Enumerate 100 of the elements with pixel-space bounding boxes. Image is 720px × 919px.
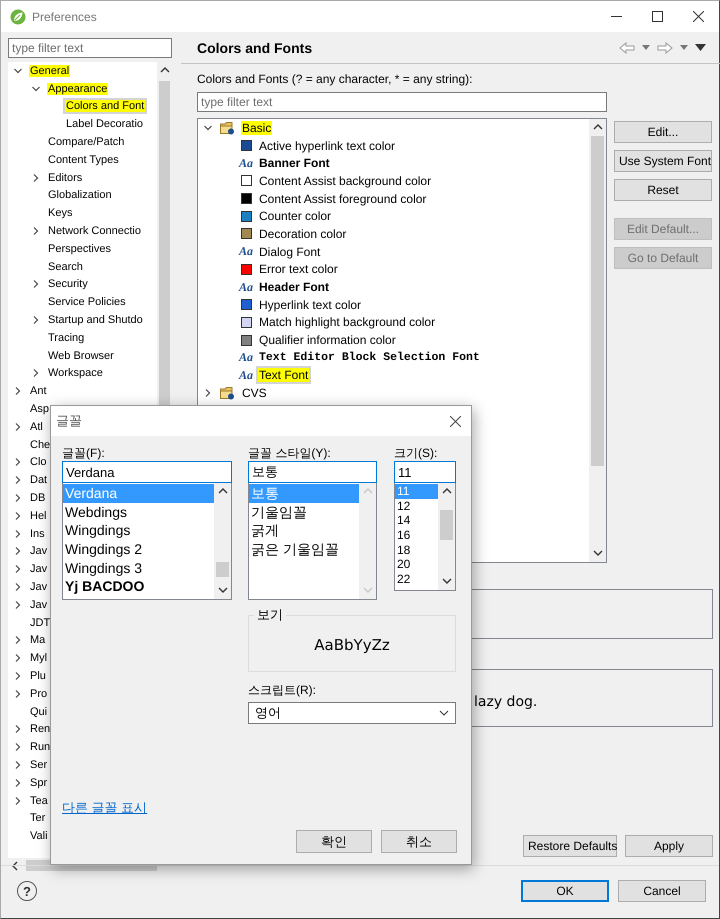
tree-item[interactable]: DB <box>29 492 46 504</box>
maximize-icon[interactable] <box>652 11 663 22</box>
chevron-icon[interactable] <box>32 316 40 324</box>
help-button[interactable]: ? <box>17 881 37 901</box>
tree-item[interactable]: Hyperlink text color <box>258 298 362 312</box>
tree-item[interactable]: Search <box>47 260 84 273</box>
tree-item[interactable]: Dat <box>29 474 48 486</box>
chevron-icon[interactable] <box>14 583 22 591</box>
tree-item[interactable]: Match highlight background color <box>258 315 436 330</box>
push-button[interactable]: OK <box>521 880 609 902</box>
chevron-icon[interactable] <box>32 174 40 182</box>
chevron-icon[interactable] <box>204 124 212 132</box>
tree-item[interactable]: Perspectives <box>47 242 112 255</box>
list-item[interactable]: 16 <box>395 528 438 543</box>
chevron-icon[interactable] <box>14 387 22 396</box>
tree-item[interactable]: CVS <box>241 386 268 400</box>
tree-item[interactable]: Basic <box>241 120 272 135</box>
list-item[interactable]: Webdings <box>63 502 214 522</box>
tree-item[interactable]: Service Policies <box>47 296 127 308</box>
chevron-icon[interactable] <box>14 494 22 502</box>
tree-item[interactable]: Jav <box>29 581 48 593</box>
tree-item[interactable]: Qui <box>29 706 48 718</box>
list-item[interactable]: 굵게 <box>249 521 359 540</box>
chevron-icon[interactable] <box>14 725 22 734</box>
tree-item[interactable]: Qualifier information color <box>258 333 397 348</box>
chevron-icon[interactable] <box>14 458 22 466</box>
tree-item[interactable]: Ren <box>29 723 52 736</box>
chevron-icon[interactable] <box>14 654 22 662</box>
tree-item[interactable]: Text Editor Block Selection Font <box>258 351 481 364</box>
push-button[interactable]: Restore Defaults <box>523 835 617 857</box>
scrollbar[interactable] <box>214 483 231 599</box>
input-field[interactable]: Verdana <box>62 461 232 483</box>
chevron-icon[interactable] <box>14 512 22 520</box>
close-icon[interactable] <box>450 416 461 426</box>
forward-arrow-icon[interactable] <box>657 42 673 54</box>
push-button[interactable]: Reset <box>614 179 712 201</box>
tree-item[interactable]: Decoration color <box>258 226 348 241</box>
search-field[interactable]: type filter text <box>8 38 172 58</box>
tree-item[interactable]: Counter color <box>258 209 332 224</box>
tree-item[interactable]: Asp <box>29 403 50 416</box>
tree-item[interactable]: Error text color <box>258 262 339 276</box>
tree-item[interactable]: Content Assist background color <box>258 174 432 188</box>
tree-item[interactable]: Hel <box>29 510 48 522</box>
list-item[interactable]: Wingdings 3 <box>63 558 214 578</box>
tree-item[interactable]: Clo <box>29 456 48 468</box>
tree-item[interactable]: Text Font <box>258 368 310 382</box>
chevron-icon[interactable] <box>14 672 22 680</box>
tree-item[interactable]: Run <box>29 741 52 754</box>
tree-item[interactable]: Atl <box>29 420 44 433</box>
list-item[interactable]: 굵은 기울임꼴 <box>249 540 359 559</box>
tree-item[interactable]: Banner Font <box>258 156 331 170</box>
tree-item[interactable]: Ant <box>29 385 48 398</box>
close-icon[interactable] <box>693 11 704 22</box>
tree-item[interactable]: Pro <box>29 688 48 700</box>
list-item[interactable]: 22 <box>395 572 438 587</box>
tree-item[interactable]: Content Assist foreground color <box>258 192 428 206</box>
push-button[interactable]: Cancel <box>618 880 706 902</box>
scroll-down-icon[interactable] <box>218 586 228 596</box>
list-item[interactable]: Wingdings <box>63 521 214 540</box>
script-dropdown[interactable]: 영어 <box>248 702 456 724</box>
push-button[interactable]: 확인 <box>296 830 372 853</box>
tree-item[interactable]: Ma <box>29 634 46 646</box>
tree-item[interactable]: Appearance <box>47 82 108 95</box>
chevron-icon[interactable] <box>204 389 212 398</box>
tree-item[interactable]: Tea <box>29 794 49 807</box>
list-item[interactable]: 12 <box>395 498 438 514</box>
chevron-icon[interactable] <box>14 796 22 805</box>
scroll-down-icon[interactable] <box>592 548 602 558</box>
tree-item[interactable]: Compare/Patch <box>47 136 126 148</box>
tree-item[interactable]: Spr <box>29 776 48 789</box>
tree-item[interactable]: Ter <box>29 812 46 824</box>
filter-field[interactable]: type filter text <box>197 92 607 112</box>
input-field[interactable]: 보통 <box>248 461 377 483</box>
chevron-icon[interactable] <box>14 690 22 698</box>
chevron-icon[interactable] <box>14 778 22 787</box>
input-field[interactable]: 11 <box>394 461 456 483</box>
tree-item[interactable]: Colors and Font <box>65 100 146 112</box>
chevron-icon[interactable] <box>32 84 40 93</box>
tree-item[interactable]: Myl <box>29 652 48 664</box>
chevron-icon[interactable] <box>14 476 22 484</box>
tree-item[interactable]: Che <box>29 438 52 451</box>
scroll-thumb[interactable] <box>440 510 453 540</box>
chevron-icon[interactable] <box>14 600 22 609</box>
tree-item[interactable]: Dialog Font <box>258 244 322 259</box>
list-item[interactable]: 18 <box>395 542 438 558</box>
list-item[interactable]: 14 <box>395 513 438 528</box>
link[interactable]: 다른 글꼴 표시 <box>62 799 148 817</box>
tree-item[interactable]: Plu <box>29 670 47 682</box>
back-arrow-icon[interactable] <box>619 42 635 54</box>
tree-item[interactable]: General <box>29 64 70 77</box>
chevron-icon[interactable] <box>32 227 40 236</box>
push-button[interactable]: Apply <box>625 835 713 857</box>
tree-item[interactable]: Jav <box>29 545 48 558</box>
tree-item[interactable]: Label Decoratio <box>65 118 144 130</box>
chevron-icon[interactable] <box>14 760 22 769</box>
tree-item[interactable]: Network Connectio <box>47 225 142 238</box>
list-item[interactable]: 기울임꼴 <box>249 502 359 522</box>
chevron-icon[interactable] <box>14 743 22 752</box>
tree-item[interactable]: Workspace <box>47 367 104 380</box>
tree-item[interactable]: Content Types <box>47 154 120 166</box>
